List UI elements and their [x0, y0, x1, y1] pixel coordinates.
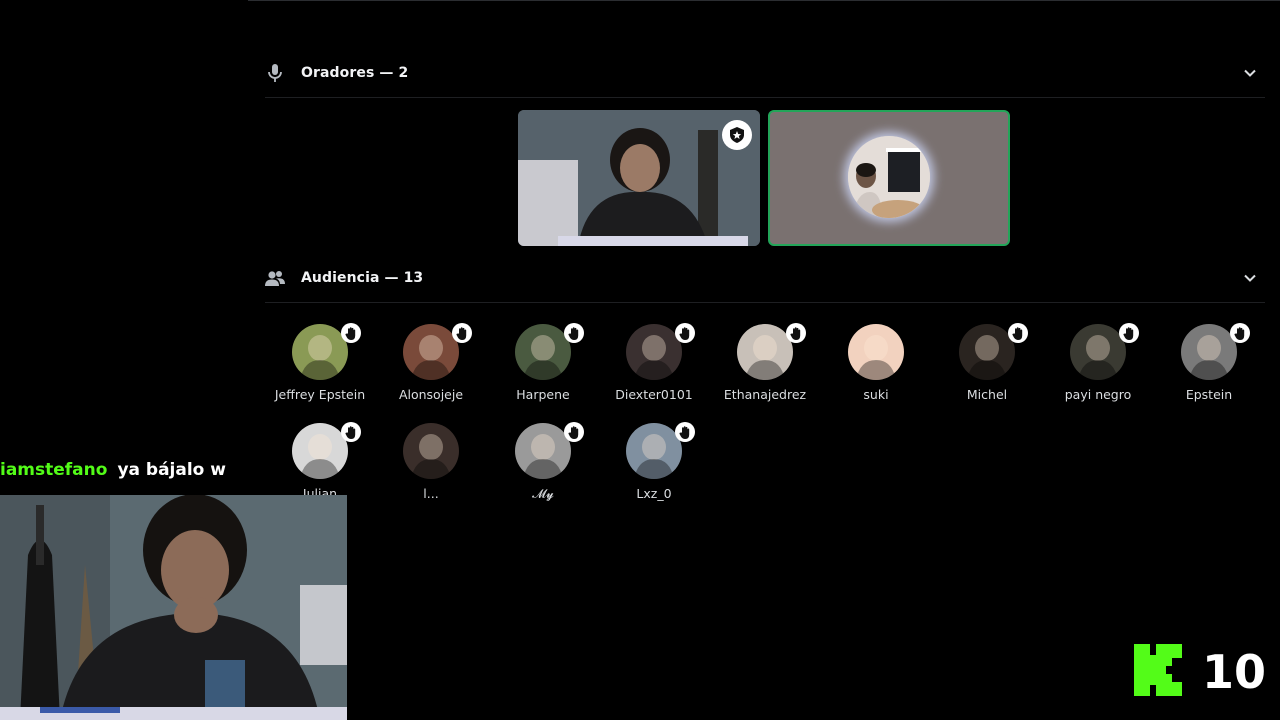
avatar-image: [626, 324, 682, 380]
user-avatar: [403, 324, 459, 380]
user-avatar: [1070, 324, 1126, 380]
chat-text: ya bájalo w: [117, 460, 226, 480]
audience-username: Lxz_0: [636, 486, 672, 501]
audience-member[interactable]: Harpene: [487, 323, 599, 404]
avatar-image: [292, 423, 348, 479]
avatar-image: [403, 423, 459, 479]
chevron-down-icon[interactable]: [1241, 64, 1259, 82]
audience-member[interactable]: payi negro: [1042, 323, 1154, 404]
speaker-avatar-tile[interactable]: [768, 110, 1010, 246]
avatar-image: [737, 324, 793, 380]
user-avatar: [626, 423, 682, 479]
speaker-avatar: [848, 136, 930, 218]
speaker-video-tile[interactable]: [518, 110, 760, 246]
avatar-image: [848, 324, 904, 380]
raised-hand-icon: [675, 323, 695, 343]
divider: [265, 302, 1265, 303]
audience-member[interactable]: Diexter0101: [598, 323, 710, 404]
audience-member[interactable]: Jeffrey Epstein: [264, 323, 376, 404]
user-avatar: [515, 423, 571, 479]
audience-member[interactable]: Ethanajedrez: [709, 323, 821, 404]
avatar-image: [403, 324, 459, 380]
raised-hand-icon: [341, 323, 361, 343]
speakers-title: Oradores — 2: [301, 65, 409, 81]
avatar-image: [515, 324, 571, 380]
raised-hand-icon: [564, 422, 584, 442]
chevron-down-icon[interactable]: [1241, 269, 1259, 287]
kick-logo-icon: [1134, 644, 1182, 700]
top-divider: [248, 0, 1280, 1]
audience-member[interactable]: Lxz_0: [598, 422, 710, 503]
user-avatar: [515, 324, 571, 380]
user-avatar: [1181, 324, 1237, 380]
avatar-image: [515, 423, 571, 479]
microphone-icon: [265, 63, 285, 83]
audience-header[interactable]: Audiencia — 13: [265, 260, 1265, 296]
audience-member[interactable]: Julian: [264, 422, 376, 503]
audience-username: Epstein: [1185, 387, 1233, 402]
user-avatar: [403, 423, 459, 479]
avatar-image: [1070, 324, 1126, 380]
raised-hand-icon: [1230, 323, 1250, 343]
avatar-image: [292, 324, 348, 380]
speakers-header[interactable]: Oradores — 2: [265, 55, 1265, 91]
raised-hand-icon: [564, 323, 584, 343]
chat-message: iamstefano ya bájalo w: [0, 457, 226, 483]
audience-member[interactable]: Michel: [931, 323, 1043, 404]
user-avatar: [292, 423, 348, 479]
audience-member[interactable]: suki: [820, 324, 932, 404]
user-avatar: [737, 324, 793, 380]
kick-viewer-counter: 10: [1134, 644, 1267, 700]
people-icon: [265, 268, 285, 288]
raised-hand-icon: [1119, 323, 1139, 343]
audience-member[interactable]: Epstein: [1153, 323, 1265, 404]
audience-member[interactable]: Alonsojeje: [375, 323, 487, 404]
divider: [265, 97, 1265, 98]
raised-hand-icon: [1008, 323, 1028, 343]
user-avatar: [848, 324, 904, 380]
raised-hand-icon: [341, 422, 361, 442]
audience-member[interactable]: l...: [375, 423, 487, 503]
streamer-webcam: [0, 495, 347, 720]
raised-hand-icon: [675, 422, 695, 442]
moderator-badge-icon: [722, 120, 752, 150]
audience-member[interactable]: 𝓜𝔂: [487, 422, 599, 503]
avatar-image: [1181, 324, 1237, 380]
user-avatar: [626, 324, 682, 380]
viewer-count: 10: [1202, 645, 1267, 699]
chat-username: iamstefano: [0, 460, 108, 480]
raised-hand-icon: [452, 323, 472, 343]
raised-hand-icon: [786, 323, 806, 343]
avatar-image: [626, 423, 682, 479]
audience-title: Audiencia — 13: [301, 270, 424, 286]
user-avatar: [959, 324, 1015, 380]
user-avatar: [292, 324, 348, 380]
avatar-image: [959, 324, 1015, 380]
